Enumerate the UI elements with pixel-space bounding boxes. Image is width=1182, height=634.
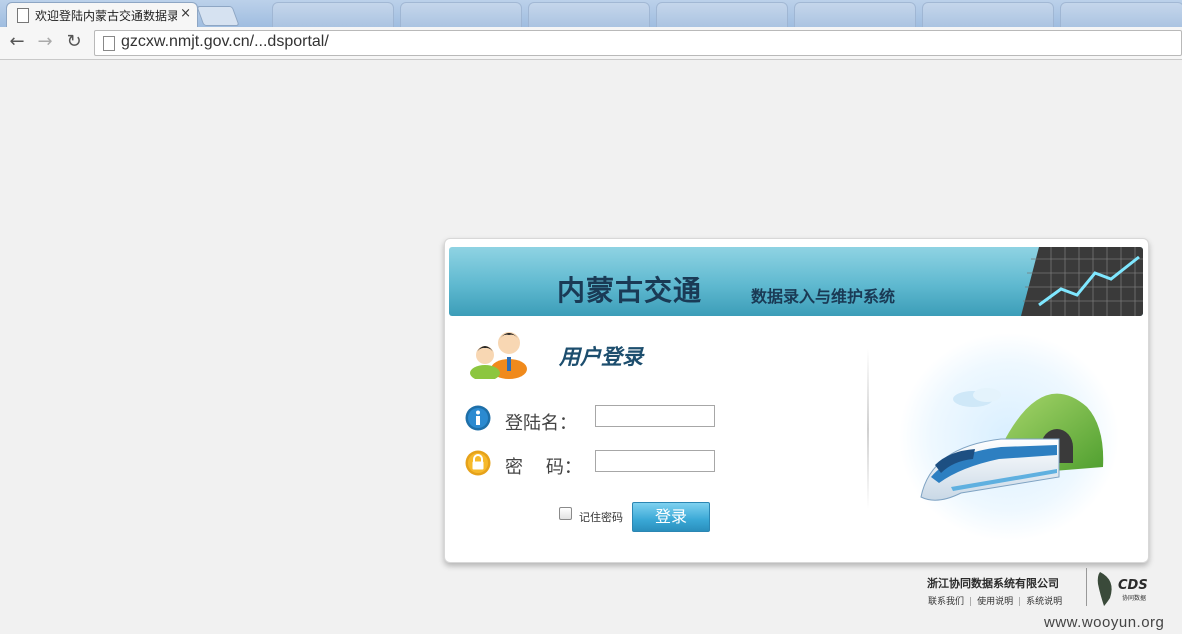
remember-checkbox[interactable] (559, 507, 572, 520)
username-label: 登陆名： (505, 413, 577, 434)
info-icon (465, 405, 491, 431)
users-icon (470, 332, 527, 379)
browser-tab-strip: 欢迎登陆内蒙古交通数据录 × (0, 0, 1182, 27)
banner-title: 内蒙古交通 (557, 274, 703, 307)
tab-background[interactable] (922, 2, 1054, 27)
url-text: gzcxw.nmjt.gov.cn/...dsportal/ (121, 33, 329, 50)
footer-link-contact[interactable]: 联系我们 (928, 597, 964, 607)
banner-subtitle: 数据录入与维护系统 (751, 287, 896, 306)
footer-divider (1086, 568, 1087, 606)
tab-active[interactable]: 欢迎登陆内蒙古交通数据录 × (6, 2, 198, 27)
tab-background[interactable] (794, 2, 916, 27)
password-label: 密 码： (505, 457, 582, 478)
new-tab-button[interactable] (196, 6, 240, 26)
password-input[interactable] (595, 450, 715, 472)
tab-background[interactable] (272, 2, 394, 27)
login-panel: 内蒙古交通 数据录入与维护系统 用户登录 登陆名： 密 码： 记住密码 登录 (444, 238, 1149, 563)
tab-background[interactable] (528, 2, 650, 27)
logo-subtext: 协同数据 (1122, 595, 1147, 602)
tab-background[interactable] (656, 2, 788, 27)
company-name: 浙江协同数据系统有限公司 (927, 577, 1059, 590)
close-icon[interactable]: × (180, 6, 191, 21)
tab-title: 欢迎登陆内蒙古交通数据录 (35, 9, 177, 23)
address-bar[interactable]: gzcxw.nmjt.gov.cn/...dsportal/ (94, 30, 1182, 56)
watermark: www.wooyun.org (1044, 614, 1165, 631)
footer-link-system[interactable]: 系统说明 (1026, 597, 1062, 607)
tab-background[interactable] (400, 2, 522, 27)
forward-icon[interactable]: → (34, 31, 56, 53)
reload-icon[interactable]: ↻ (63, 31, 85, 53)
username-input[interactable] (595, 405, 715, 427)
page-icon (17, 8, 29, 23)
footer-links: 联系我们 | 使用说明 | 系统说明 (928, 597, 1063, 607)
back-icon[interactable]: ← (6, 31, 28, 53)
remember-label: 记住密码 (579, 511, 623, 524)
panel-divider (867, 349, 869, 509)
system-banner: 内蒙古交通 数据录入与维护系统 (449, 247, 1143, 316)
browser-toolbar: ← → ↻ gzcxw.nmjt.gov.cn/...dsportal/ (0, 27, 1182, 60)
footer-link-usage[interactable]: 使用说明 (977, 597, 1013, 607)
logo-text: CDS (1118, 578, 1148, 593)
login-button[interactable]: 登录 (632, 502, 710, 532)
chart-icon (1021, 247, 1143, 316)
page-icon (103, 36, 115, 51)
tab-background[interactable] (1060, 2, 1182, 27)
lock-icon (465, 450, 491, 476)
login-heading: 用户登录 (559, 345, 643, 369)
train-icon (899, 333, 1119, 541)
leaf-logo-icon (1097, 572, 1112, 606)
